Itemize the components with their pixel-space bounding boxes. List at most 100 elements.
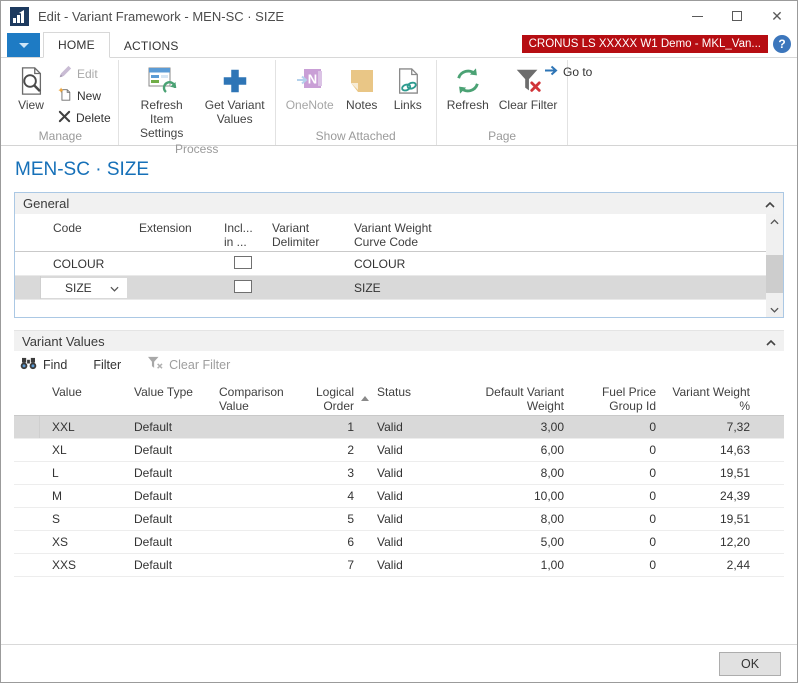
- cell-status: Valid: [359, 443, 459, 457]
- clear-filter-toolbar-button[interactable]: Clear Filter: [147, 356, 230, 373]
- ribbon-group-process: Refresh Item Settings Get Variant Values…: [119, 60, 276, 145]
- cell-value: XXS: [40, 558, 122, 572]
- cell-value-type: Default: [122, 489, 207, 503]
- refresh-label: Refresh: [447, 99, 489, 113]
- delete-button[interactable]: Delete: [58, 108, 111, 127]
- col-variant-weight-curve[interactable]: Variant Weight Curve Code: [342, 219, 766, 251]
- col-variant-weight-pct[interactable]: Variant Weight %: [661, 383, 755, 415]
- table-row[interactable]: S Default 5 Valid 8,00 0 19,51: [14, 508, 784, 531]
- clear-filter-small-icon: [147, 356, 163, 373]
- tab-actions[interactable]: ACTIONS: [110, 34, 193, 58]
- general-section-header[interactable]: General: [15, 193, 783, 214]
- find-label: Find: [43, 358, 67, 372]
- col-logical-order[interactable]: Logical Order: [295, 383, 359, 415]
- row-selector[interactable]: [14, 462, 40, 484]
- notes-button[interactable]: Notes: [339, 60, 385, 113]
- view-icon: [16, 63, 46, 99]
- table-row[interactable]: XXS Default 7 Valid 1,00 0 2,44: [14, 554, 784, 577]
- row-selector[interactable]: [14, 485, 40, 507]
- scroll-down-icon[interactable]: [766, 302, 783, 317]
- edit-button[interactable]: Edit: [58, 64, 111, 83]
- cell-curve: COLOUR: [342, 257, 766, 271]
- links-button[interactable]: Links: [385, 60, 431, 113]
- find-button[interactable]: Find: [20, 357, 67, 373]
- view-button[interactable]: View: [8, 60, 54, 113]
- scroll-up-icon[interactable]: [766, 214, 783, 229]
- ok-button[interactable]: OK: [719, 652, 781, 676]
- table-row[interactable]: XL Default 2 Valid 6,00 0 14,63: [14, 439, 784, 462]
- row-selector[interactable]: [14, 416, 40, 438]
- get-variant-values-button[interactable]: Get Variant Values: [200, 60, 270, 127]
- page-content: MEN-SC · SIZE General Code Extension Inc…: [1, 146, 797, 577]
- col-comparison-value[interactable]: Comparison Value: [207, 383, 295, 415]
- table-row[interactable]: XXL Default 1 Valid 3,00 0 7,32: [14, 416, 784, 439]
- maximize-button[interactable]: [717, 1, 757, 31]
- row-selector[interactable]: [15, 252, 41, 275]
- table-row[interactable]: COLOUR COLOUR: [15, 252, 766, 276]
- col-code[interactable]: Code: [41, 219, 127, 237]
- group-label-manage: Manage: [8, 127, 113, 145]
- cell-weight-pct: 2,44: [661, 558, 755, 572]
- onenote-button[interactable]: N OneNote: [281, 60, 339, 113]
- refresh-item-settings-button[interactable]: Refresh Item Settings: [124, 60, 200, 140]
- col-default-variant-weight[interactable]: Default Variant Weight: [459, 383, 569, 415]
- table-row[interactable]: L Default 3 Valid 8,00 0 19,51: [14, 462, 784, 485]
- table-row[interactable]: SIZE SIZE: [15, 276, 766, 300]
- application-menu-button[interactable]: [7, 33, 40, 57]
- chevron-down-icon[interactable]: [98, 281, 123, 295]
- filter-label: Filter: [93, 358, 121, 372]
- help-icon[interactable]: ?: [773, 35, 791, 53]
- cell-logical-order: 1: [295, 420, 359, 434]
- plus-icon: [220, 63, 250, 99]
- incl-checkbox[interactable]: [234, 256, 252, 269]
- svg-text:N: N: [308, 72, 317, 87]
- table-row[interactable]: M Default 4 Valid 10,00 0 24,39: [14, 485, 784, 508]
- cell-weight-pct: 7,32: [661, 420, 755, 434]
- minimize-button[interactable]: [677, 1, 717, 31]
- refresh-button[interactable]: Refresh: [442, 60, 494, 113]
- title-bar: Edit - Variant Framework - MEN-SC · SIZE…: [1, 1, 797, 31]
- cell-fuel-price: 0: [569, 512, 661, 526]
- new-button[interactable]: New: [58, 86, 111, 105]
- incl-checkbox[interactable]: [234, 280, 252, 293]
- go-to-button[interactable]: Go to: [544, 65, 592, 79]
- row-selector[interactable]: [15, 276, 41, 299]
- row-selector[interactable]: [14, 508, 40, 530]
- col-incl[interactable]: Incl... in ...: [212, 219, 260, 251]
- ribbon: View Edit New Delete: [1, 58, 797, 146]
- col-status[interactable]: Status: [359, 383, 459, 401]
- scrollbar-track[interactable]: [766, 229, 783, 302]
- row-selector[interactable]: [14, 554, 40, 576]
- chevron-down-icon: [19, 43, 29, 48]
- cell-value-type: Default: [122, 535, 207, 549]
- tab-home[interactable]: HOME: [43, 32, 110, 58]
- col-filler: [755, 383, 784, 387]
- onenote-label: OneNote: [286, 99, 334, 113]
- section-general: General Code Extension Incl... in ... Va…: [14, 192, 784, 318]
- general-grid: Code Extension Incl... in ... Variant De…: [15, 214, 766, 317]
- cell-fuel-price: 0: [569, 535, 661, 549]
- col-value[interactable]: Value: [40, 383, 122, 401]
- row-selector[interactable]: [14, 531, 40, 553]
- filter-button[interactable]: Filter: [93, 358, 121, 372]
- col-variant-delimiter[interactable]: Variant Delimiter: [260, 219, 342, 251]
- collapse-chevron-icon[interactable]: [765, 196, 775, 211]
- cell-default-weight: 1,00: [459, 558, 569, 572]
- close-button[interactable]: ✕: [757, 1, 797, 31]
- cell-value: M: [40, 489, 122, 503]
- col-extension[interactable]: Extension: [127, 219, 212, 237]
- variant-values-section-header[interactable]: Variant Values: [14, 330, 784, 351]
- scrollbar-thumb[interactable]: [766, 255, 783, 293]
- links-icon: [395, 63, 421, 99]
- col-fuel-price-group[interactable]: Fuel Price Group Id: [569, 383, 661, 415]
- row-selector[interactable]: [14, 439, 40, 461]
- table-row[interactable]: XS Default 6 Valid 5,00 0 12,20: [14, 531, 784, 554]
- general-scrollbar[interactable]: [766, 214, 783, 317]
- collapse-chevron-icon[interactable]: [766, 334, 776, 349]
- group-label-process: Process: [124, 140, 270, 158]
- col-value-type[interactable]: Value Type: [122, 383, 207, 401]
- ribbon-group-show-attached: N OneNote Notes Links Show Atta: [276, 60, 437, 145]
- cell-weight-pct: 14,63: [661, 443, 755, 457]
- cell-default-weight: 8,00: [459, 466, 569, 480]
- code-combobox[interactable]: SIZE: [41, 278, 127, 298]
